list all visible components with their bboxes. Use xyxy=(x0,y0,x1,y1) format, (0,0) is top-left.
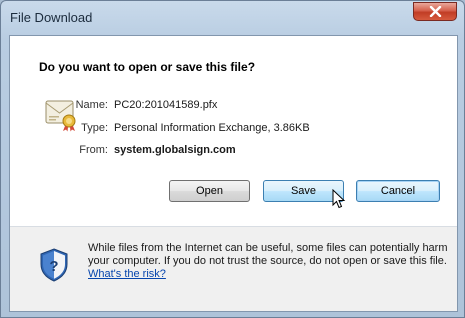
security-warning-panel: ? While files from the Internet can be u… xyxy=(10,227,457,311)
cancel-button[interactable]: Cancel xyxy=(356,180,440,202)
window-title: File Download xyxy=(10,10,93,25)
svg-text:?: ? xyxy=(49,258,58,275)
mouse-pointer-icon xyxy=(332,189,346,209)
title-bar[interactable]: File Download xyxy=(1,1,464,35)
close-icon xyxy=(429,6,442,17)
open-button[interactable]: Open xyxy=(169,180,250,202)
security-warning-text: While files from the Internet can be use… xyxy=(88,242,448,281)
dialog-content: Do you want to open or save this file? N… xyxy=(9,35,458,312)
dialog-heading: Do you want to open or save this file? xyxy=(39,60,256,74)
from-label: From: xyxy=(79,144,108,156)
type-value: Personal Information Exchange, 3.86KB xyxy=(114,122,310,134)
file-download-window: File Download Do you want to open or sav… xyxy=(0,0,465,318)
name-value: PC20:201041589.pfx xyxy=(114,99,218,111)
security-shield-icon: ? xyxy=(40,248,68,282)
type-label: Type: xyxy=(81,122,108,134)
warning-message: While files from the Internet can be use… xyxy=(88,242,448,267)
whats-the-risk-link[interactable]: What's the risk? xyxy=(88,268,166,280)
close-button[interactable] xyxy=(413,2,457,21)
from-value: system.globalsign.com xyxy=(114,144,236,156)
name-label: Name: xyxy=(75,99,108,111)
